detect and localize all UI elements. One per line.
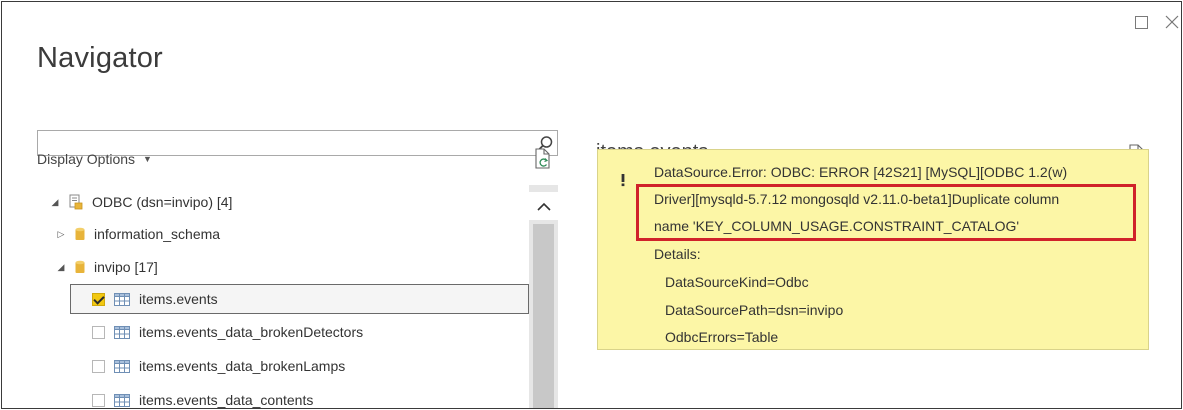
- warning-icon: [612, 167, 634, 193]
- table-icon: [114, 292, 130, 306]
- chevron-down-icon: ▼: [143, 154, 152, 164]
- error-detail-item: DataSourcePath=dsn=invipo: [665, 302, 844, 318]
- error-detail-item: OdbcErrors=Table: [665, 329, 779, 345]
- tree-item-label: information_schema: [94, 226, 221, 242]
- table-row-items-events[interactable]: items.events: [70, 284, 529, 314]
- expanded-arrow-icon[interactable]: ◢: [49, 197, 61, 208]
- table-label: items.events_data_brokenLamps: [139, 358, 346, 374]
- odbc-source-icon: [69, 194, 83, 210]
- close-button[interactable]: [1160, 10, 1181, 34]
- display-options-dropdown[interactable]: Display Options ▼: [37, 151, 152, 167]
- error-detail-item: DataSourceKind=Odbc: [665, 274, 809, 290]
- table-label: items.events_data_brokenDetectors: [139, 324, 364, 340]
- table-label: items.events: [139, 291, 218, 307]
- table-checkbox[interactable]: [92, 325, 105, 339]
- highlight-annotation-box: [636, 184, 1136, 241]
- table-row-items-events-data-brokendetectors[interactable]: items.events_data_brokenDetectors: [92, 317, 363, 347]
- navigator-window: Navigator Display Options ▼ ◢ ODBC (dsn=…: [1, 1, 1182, 409]
- table-row-items-events-data-brokenlamps[interactable]: items.events_data_brokenLamps: [92, 351, 345, 381]
- table-checkbox[interactable]: [92, 359, 105, 373]
- maximize-button[interactable]: [1129, 10, 1153, 34]
- page-title: Navigator: [37, 42, 163, 74]
- expanded-arrow-icon[interactable]: ◢: [55, 262, 67, 273]
- tree-item-label: invipo [17]: [94, 259, 158, 275]
- close-icon: [1165, 15, 1179, 29]
- tree-root-label: ODBC (dsn=invipo) [4]: [92, 194, 233, 210]
- chevron-up-icon: [536, 202, 551, 211]
- database-icon: [75, 227, 85, 241]
- scroll-up-button[interactable]: [529, 192, 558, 220]
- table-icon: [114, 325, 130, 339]
- refresh-icon[interactable]: [533, 148, 553, 170]
- database-icon: [75, 260, 85, 274]
- table-checkbox[interactable]: [92, 292, 105, 306]
- table-label: items.events_data_contents: [139, 392, 314, 408]
- table-icon: [114, 359, 130, 373]
- collapsed-arrow-icon[interactable]: ▷: [55, 229, 67, 240]
- tree-item-information-schema[interactable]: ▷ information_schema: [55, 219, 221, 249]
- error-text-line: DataSource.Error: ODBC: ERROR [42S21] [M…: [654, 164, 1068, 180]
- table-checkbox[interactable]: [92, 393, 105, 407]
- scrollbar-thumb[interactable]: [533, 224, 554, 408]
- table-row-items-events-data-contents[interactable]: items.events_data_contents: [92, 385, 314, 408]
- error-message-box: DataSource.Error: ODBC: ERROR [42S21] [M…: [597, 149, 1149, 350]
- tree-item-invipo[interactable]: ◢ invipo [17]: [55, 252, 158, 282]
- maximize-icon: [1134, 15, 1148, 29]
- error-details-label: Details:: [654, 246, 701, 262]
- tree-root-odbc[interactable]: ◢ ODBC (dsn=invipo) [4]: [49, 187, 233, 217]
- display-options-label: Display Options: [37, 151, 136, 167]
- table-icon: [114, 393, 130, 407]
